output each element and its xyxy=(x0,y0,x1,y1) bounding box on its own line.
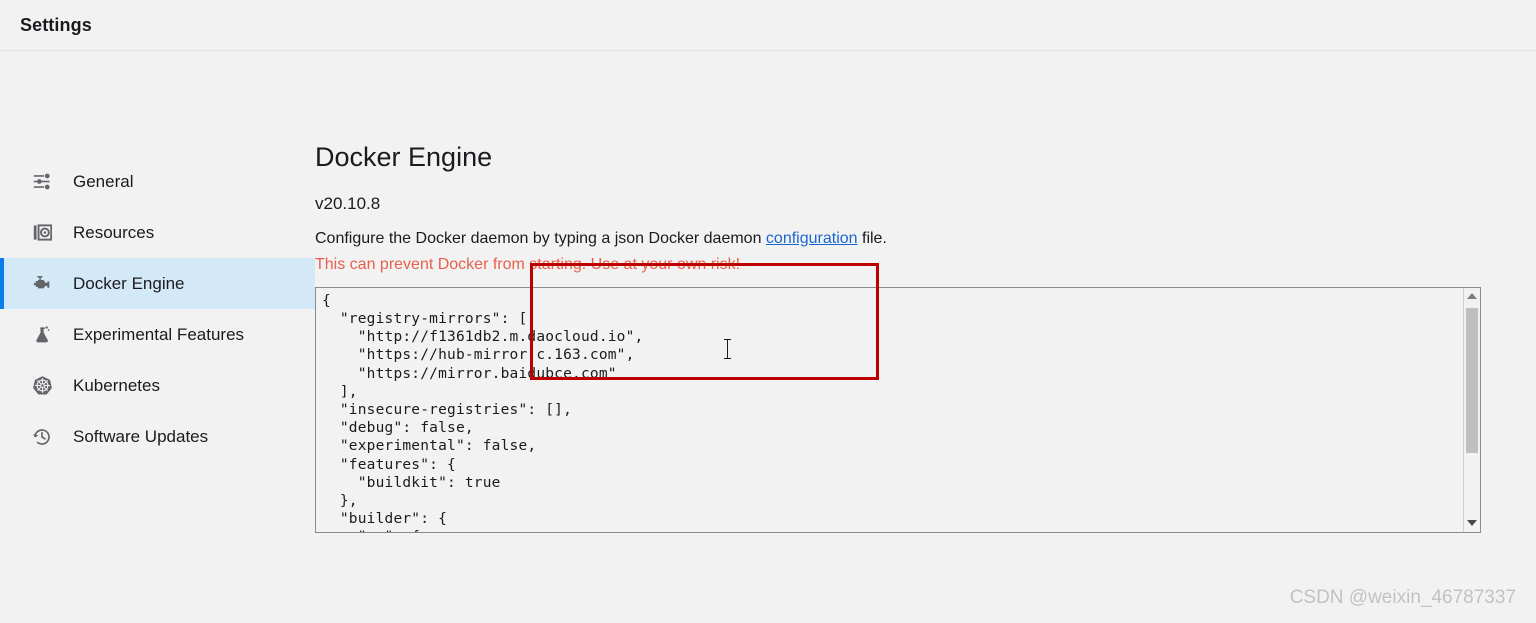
settings-sidebar: General Resources Docker Engine Experime… xyxy=(0,103,315,533)
sidebar-item-label: Software Updates xyxy=(73,426,209,446)
sidebar-item-experimental-features[interactable]: Experimental Features xyxy=(0,309,315,360)
scrollbar-thumb[interactable] xyxy=(1466,307,1478,453)
kubernetes-icon xyxy=(28,372,56,400)
history-clock-icon xyxy=(28,423,56,451)
docker-engine-panel: Docker Engine v20.10.8 Configure the Doc… xyxy=(315,103,1536,533)
risk-warning-text: This can prevent Docker from starting. U… xyxy=(315,255,741,273)
window-titlebar: Settings xyxy=(0,0,1536,51)
sidebar-item-label: Kubernetes xyxy=(73,375,160,395)
daemon-json-editor[interactable]: { "registry-mirrors": [ "http://f1361db2… xyxy=(315,286,1481,533)
daemon-json-code[interactable]: { "registry-mirrors": [ "http://f1361db2… xyxy=(316,288,1463,532)
scroll-down-arrow[interactable] xyxy=(1464,515,1480,532)
sidebar-item-kubernetes[interactable]: Kubernetes xyxy=(0,360,315,411)
description-text-before: Configure the Docker daemon by typing a … xyxy=(315,229,766,247)
page-title: Docker Engine xyxy=(315,142,493,172)
sliders-icon xyxy=(28,168,56,196)
sidebar-item-docker-engine[interactable]: Docker Engine xyxy=(0,258,315,309)
flask-icon xyxy=(28,321,56,349)
configuration-link[interactable]: configuration xyxy=(766,230,858,247)
sidebar-item-software-updates[interactable]: Software Updates xyxy=(0,411,315,462)
settings-content: General Resources Docker Engine Experime… xyxy=(0,51,1536,533)
resources-icon xyxy=(28,219,56,247)
window-title: Settings xyxy=(20,14,92,35)
description-text-after: file. xyxy=(857,229,887,247)
scroll-up-arrow[interactable] xyxy=(1464,288,1480,305)
editor-scrollbar[interactable] xyxy=(1463,287,1480,532)
sidebar-item-label: General xyxy=(73,171,134,191)
sidebar-item-label: Docker Engine xyxy=(73,273,185,293)
sidebar-item-general[interactable]: General xyxy=(0,156,315,207)
engine-version: v20.10.8 xyxy=(315,193,381,213)
panel-description: Configure the Docker daemon by typing a … xyxy=(315,230,1481,248)
sidebar-item-label: Experimental Features xyxy=(73,324,245,344)
watermark: CSDN @weixin_46787337 xyxy=(1289,587,1516,608)
sidebar-item-resources[interactable]: Resources xyxy=(0,207,315,258)
sidebar-item-label: Resources xyxy=(73,222,155,242)
docker-engine-icon xyxy=(28,270,56,298)
